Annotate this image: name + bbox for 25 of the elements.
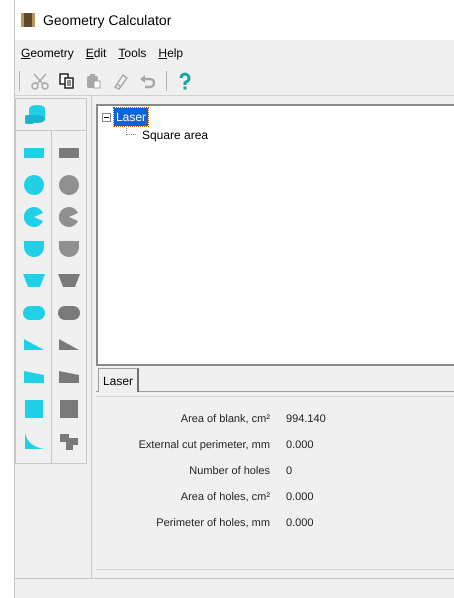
menu-item[interactable]: Geometry: [19, 44, 76, 62]
menu-item[interactable]: Edit: [84, 44, 108, 62]
pie-shape-icon[interactable]: [22, 205, 46, 229]
field-label: Perimeter of holes, mm: [155, 516, 271, 531]
tree-item[interactable]: Square area: [140, 126, 210, 144]
field-value: 0.000: [286, 438, 314, 453]
field-label: Number of holes: [188, 464, 271, 479]
tree-item[interactable]: Laser: [114, 108, 148, 126]
field-value: 994.140: [286, 412, 326, 427]
circle-shape-icon[interactable]: [22, 173, 46, 197]
menu-item[interactable]: Tools: [116, 44, 148, 62]
field-value: 0: [286, 464, 292, 479]
field-label: Area of holes, cm²: [180, 490, 271, 505]
window-title: Geometry Calculator: [43, 10, 172, 30]
solid-shape-icon[interactable]: [24, 104, 46, 126]
circle-shape-icon[interactable]: [56, 173, 80, 197]
collapse-icon[interactable]: [102, 112, 111, 122]
field-label: External cut perimeter, mm: [138, 438, 271, 453]
field-value: 0.000: [286, 516, 314, 531]
field-label: Area of blank, cm²: [180, 412, 271, 427]
field-value: 0.000: [286, 490, 314, 505]
app-icon: [21, 12, 35, 28]
menu-item[interactable]: Help: [156, 44, 186, 62]
tab[interactable]: Laser: [98, 368, 140, 392]
pie-shape-icon[interactable]: [56, 205, 80, 229]
